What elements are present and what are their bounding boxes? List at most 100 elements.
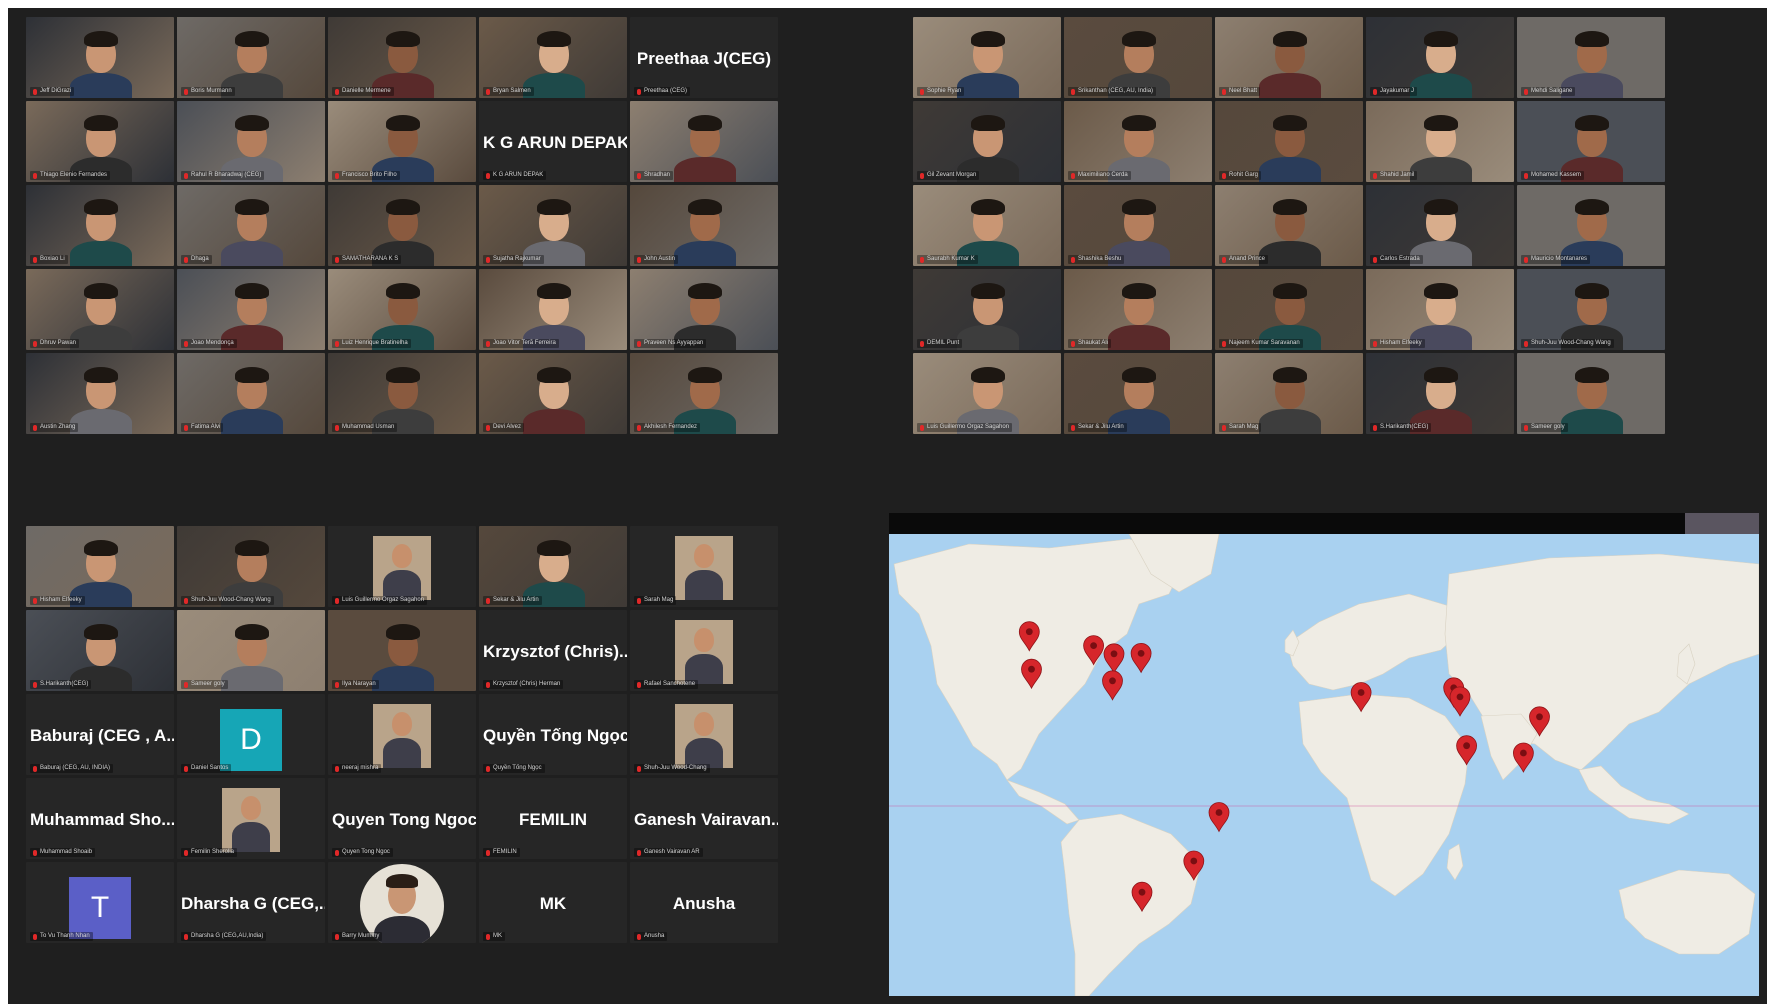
participant-tile[interactable]: Srikanthan (CEG, AU, India) (1064, 17, 1212, 98)
participant-tile[interactable]: Devi Alvez (479, 353, 627, 434)
participant-tile[interactable]: FEMILIN FEMILIN (479, 778, 627, 859)
participant-tile[interactable]: Shahid Jamil (1366, 101, 1514, 182)
participant-tile[interactable]: Rafael Sanchotene (630, 610, 778, 691)
map-pin-icon[interactable] (1208, 802, 1230, 833)
participant-tile[interactable]: Ilya Narayan (328, 610, 476, 691)
map-pin-icon[interactable] (1449, 686, 1471, 717)
participant-name-tag: Quyen Tong Ngoc (332, 848, 393, 857)
participant-tile[interactable]: Bryan Salmen (479, 17, 627, 98)
participant-tile[interactable]: Francisco Brito Filho (328, 101, 476, 182)
participant-tile[interactable]: Shradhan (630, 101, 778, 182)
map-pin-icon[interactable] (1102, 670, 1123, 701)
map-pin-icon[interactable] (1103, 643, 1125, 674)
participant-tile[interactable]: Sameer goly (177, 610, 325, 691)
participant-tile[interactable]: Shashika Beshu (1064, 185, 1212, 266)
participant-tile[interactable]: T To Vu Thanh Nhan (26, 862, 174, 943)
mic-muted-icon (33, 849, 37, 856)
person-silhouette-hair (386, 283, 420, 299)
participant-tile[interactable]: Boxiao Li (26, 185, 174, 266)
participant-tile[interactable]: Boris Murmann (177, 17, 325, 98)
participant-tile[interactable]: Sarah Mag (630, 526, 778, 607)
participant-tile[interactable]: Dhruv Pawan (26, 269, 174, 350)
participant-tile[interactable]: Jayakumar J (1366, 17, 1514, 98)
person-silhouette-hair (537, 31, 571, 47)
participant-tile[interactable]: K G ARUN DEPAK K G ARUN DEPAK (479, 101, 627, 182)
participant-tile[interactable]: Muhammad Usman (328, 353, 476, 434)
participant-tile[interactable]: Mohamed Kassem (1517, 101, 1665, 182)
participant-tile[interactable]: DEMIL Punt (913, 269, 1061, 350)
profile-body (374, 916, 430, 943)
participant-tile[interactable]: Anand Prince (1215, 185, 1363, 266)
participant-tile[interactable]: Saurabh Kumar K (913, 185, 1061, 266)
participant-tile[interactable]: S.Harikanth(CEG) (1366, 353, 1514, 434)
participant-tile[interactable]: Luiz Henrique Bratinelha (328, 269, 476, 350)
mic-muted-icon (33, 256, 37, 263)
participant-tile[interactable]: Quyền Tống Ngọc Quyền Tống Ngọc (479, 694, 627, 775)
self-view-thumbnail[interactable] (1685, 513, 1759, 534)
participant-name-label: S.Harikanth(CEG) (1380, 424, 1429, 430)
participant-tile[interactable]: Shuh-Juu Wood-Chang Wang (177, 526, 325, 607)
participant-tile[interactable]: John Austin (630, 185, 778, 266)
person-silhouette-hair (1575, 199, 1609, 215)
participant-tile[interactable]: Luis Guillermo Orgaz Sagahon (913, 353, 1061, 434)
participant-tile[interactable]: Krzysztof (Chris)... Krzysztof (Chris) He… (479, 610, 627, 691)
participant-tile[interactable]: Anusha Anusha (630, 862, 778, 943)
participant-avatar: D (220, 708, 282, 771)
participant-tile[interactable]: Gil Zevant Morgan (913, 101, 1061, 182)
participant-tile[interactable]: Neel Bhatt (1215, 17, 1363, 98)
participant-name-label: Baburaj (CEG, AU, INDIA) (40, 765, 111, 771)
participant-tile[interactable]: Dharsha G (CEG,... Dharsha G (CEG,AU,Indi… (177, 862, 325, 943)
participant-tile[interactable]: SAMATHARANA K S (328, 185, 476, 266)
participant-tile[interactable]: Thiago Elenio Fernandes (26, 101, 174, 182)
participant-tile[interactable]: Barry Mummy (328, 862, 476, 943)
participant-tile[interactable]: Sekar & Jilu Artin (479, 526, 627, 607)
participant-tile[interactable]: MK MK (479, 862, 627, 943)
participant-tile[interactable]: neeraj mishra (328, 694, 476, 775)
participant-tile[interactable]: Shaukat Ali (1064, 269, 1212, 350)
participant-tile[interactable]: Hisham Elfeeky (1366, 269, 1514, 350)
participant-tile[interactable]: Shuh-Juu Wood-Chang Wang (1517, 269, 1665, 350)
participant-tile[interactable]: Joao Mendonça (177, 269, 325, 350)
participant-tile[interactable]: Rohit Garg (1215, 101, 1363, 182)
mic-muted-icon (33, 765, 37, 772)
participant-tile[interactable]: D Daniel Santos (177, 694, 325, 775)
map-pin-icon[interactable] (1513, 742, 1534, 773)
participant-tile[interactable]: Maximiliano Cerda (1064, 101, 1212, 182)
participant-tile[interactable]: Jeff DiGrazi (26, 17, 174, 98)
participant-tile[interactable]: Akhilesh Fernandez (630, 353, 778, 434)
participant-tile[interactable]: Muhammad Sho... Muhammad Shoaib (26, 778, 174, 859)
mic-muted-icon (486, 256, 490, 263)
participant-tile[interactable]: Mauricio Montanares (1517, 185, 1665, 266)
participant-tile[interactable]: Quyen Tong Ngoc Quyen Tong Ngoc (328, 778, 476, 859)
participant-tile[interactable]: Sophie Ryan (913, 17, 1061, 98)
participant-tile[interactable]: Mehdi Saligane (1517, 17, 1665, 98)
participant-name-tag: K G ARUN DEPAK (483, 171, 547, 180)
profile-picture (675, 703, 733, 768)
participant-name-label: Boxiao Li (40, 256, 65, 262)
participant-tile[interactable]: Preethaa J(CEG) Preethaa (CEG) (630, 17, 778, 98)
map-pin-icon[interactable] (1130, 643, 1152, 674)
participant-tile[interactable]: Praveen Ns Ayyappan (630, 269, 778, 350)
participant-tile[interactable]: Austin Zhang (26, 353, 174, 434)
participant-tile[interactable]: Ganesh Vairavan... Ganesh Vairavan AR (630, 778, 778, 859)
participant-tile[interactable]: Sekar & Jilu Artin (1064, 353, 1212, 434)
participant-tile[interactable]: Najeem Kumar Saravanan (1215, 269, 1363, 350)
participant-tile[interactable]: Joao Vitor Terã Ferreira (479, 269, 627, 350)
participant-tile[interactable]: Fatima Alvi (177, 353, 325, 434)
participant-tile[interactable]: Sameer goly (1517, 353, 1665, 434)
participant-tile[interactable]: Luis Guillermo Orgaz Sagahon (328, 526, 476, 607)
participant-tile[interactable]: Shuh-Juu Wood-Chang (630, 694, 778, 775)
participant-tile[interactable]: Hisham Elfeeky (26, 526, 174, 607)
participant-tile[interactable]: Sarah Mag (1215, 353, 1363, 434)
participant-tile[interactable]: Carlos Estrada (1366, 185, 1514, 266)
participant-tile[interactable]: Rahul R Bharadwaj (CEG) (177, 101, 325, 182)
participant-tile[interactable]: Danielle Mermene (328, 17, 476, 98)
participant-tile[interactable]: Dhaga (177, 185, 325, 266)
participant-tile[interactable]: Sujatha Rajkumar (479, 185, 627, 266)
participant-tile[interactable]: Baburaj (CEG , A... Baburaj (CEG, AU, IND… (26, 694, 174, 775)
mic-muted-icon (637, 681, 641, 688)
participant-name-tag: Hisham Elfeeky (1370, 339, 1425, 348)
participant-tile[interactable]: S.Harikanth(CEG) (26, 610, 174, 691)
participant-tile[interactable]: Femilin Sherolia (177, 778, 325, 859)
participant-name-label: Shaukat Ali (1078, 340, 1109, 346)
